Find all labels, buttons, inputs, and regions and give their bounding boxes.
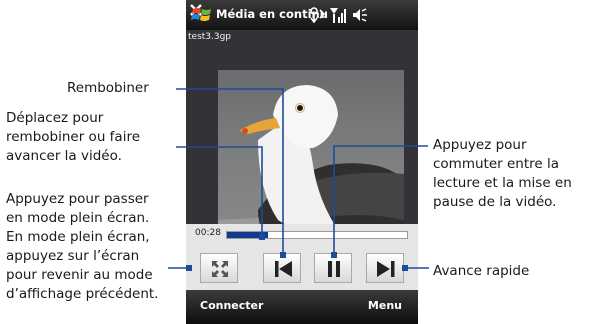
annotation-pause: Appuyez pour commuter entre la lecture e… — [433, 137, 572, 210]
progress-area: 00:28 — [186, 224, 418, 243]
seek-progress-fill — [227, 232, 269, 238]
softkey-bar: Connecter Menu — [186, 290, 418, 324]
phone-screen: Média en continu test3.3gp 00:28 Connect… — [186, 0, 418, 324]
video-area: test3.3gp — [186, 30, 418, 252]
signal-icon[interactable] — [329, 6, 347, 24]
fullscreen-icon — [212, 261, 228, 277]
annotation-rewind: Rembobiner — [67, 80, 149, 96]
annotation-seek: Déplacez pour rembobiner ou faire avance… — [6, 110, 141, 164]
pause-icon — [328, 261, 340, 277]
playback-controls — [186, 243, 418, 290]
pause-button[interactable] — [314, 253, 352, 283]
windows-logo-icon[interactable] — [191, 5, 213, 25]
rewind-icon — [275, 261, 292, 277]
volume-icon[interactable] — [351, 6, 369, 24]
connect-softkey[interactable]: Connecter — [200, 299, 263, 312]
title-bar: Média en continu — [186, 0, 418, 30]
fast-forward-icon — [377, 261, 395, 277]
fullscreen-button[interactable] — [200, 253, 238, 283]
rewind-button[interactable] — [263, 253, 301, 283]
seek-slider[interactable] — [226, 231, 408, 239]
fast-forward-button[interactable] — [366, 253, 404, 283]
annotation-fullscreen: Appuyez pour passer en mode plein écran.… — [6, 191, 159, 302]
file-name: test3.3gp — [188, 32, 232, 42]
menu-softkey[interactable]: Menu — [368, 299, 402, 312]
elapsed-time: 00:28 — [195, 228, 221, 238]
annotation-fast-forward: Avance rapide — [433, 263, 530, 279]
sync-icon[interactable] — [308, 6, 326, 24]
